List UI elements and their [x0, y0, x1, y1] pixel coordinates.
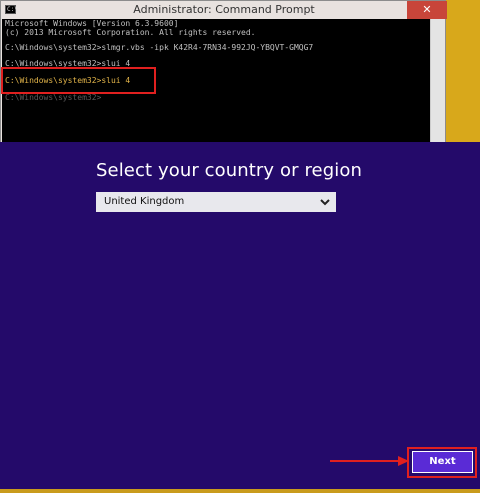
- close-button[interactable]: ✕: [407, 1, 447, 19]
- arrow-annotation-icon: [330, 456, 409, 466]
- cmd-titlebar[interactable]: C:\ Administrator: Command Prompt ✕: [1, 1, 447, 19]
- page-title: Select your country or region: [96, 160, 362, 181]
- console-line: C:\Windows\system32>slmgr.vbs -ipk K42R4…: [5, 43, 314, 52]
- country-select[interactable]: United Kingdom: [96, 192, 336, 212]
- cmd-scrollbar[interactable]: [430, 19, 444, 149]
- command-annotation-box: [1, 67, 156, 94]
- cmd-title: Administrator: Command Prompt: [133, 3, 315, 16]
- console-line: Microsoft Windows [Version 6.3.9600]: [5, 19, 179, 28]
- console-line: (c) 2013 Microsoft Corporation. All righ…: [5, 28, 256, 37]
- next-button[interactable]: Next: [412, 451, 473, 473]
- country-select-value: United Kingdom: [104, 196, 185, 207]
- desktop-strip: [0, 489, 480, 493]
- console-prompt: C:\Windows\system32>: [5, 93, 102, 102]
- chevron-down-icon: [320, 199, 330, 206]
